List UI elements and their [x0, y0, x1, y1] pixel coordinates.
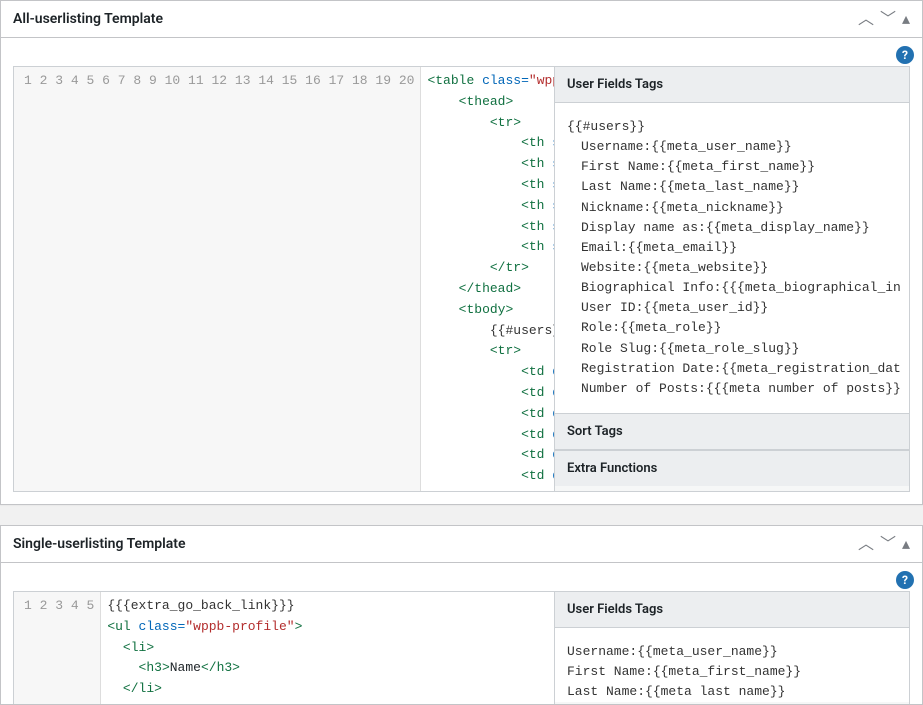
editor-wrap: 1 2 3 4 5 6 7 8 9 10 11 12 13 14 15 16 1… — [13, 66, 910, 492]
code-editor[interactable]: 1 2 3 4 5 {{{extra_go_back_link}}} <ul c… — [14, 592, 554, 704]
panel-controls: ︿ ﹀ ▴ — [858, 11, 910, 27]
tag-lastname[interactable]: Last Name:{{meta last name}} — [567, 682, 897, 702]
tag-username[interactable]: Username:{{meta_user_name}} — [581, 137, 897, 157]
tag-website[interactable]: Website:{{meta_website}} — [581, 258, 897, 278]
tag-numposts[interactable]: Number of Posts:{{{meta number of posts}… — [581, 379, 897, 399]
sidebar-section-extrafns[interactable]: Extra Functions — [555, 450, 909, 486]
sidebar-tags-body: Username:{{meta_user_name}}First Name:{{… — [555, 628, 909, 702]
move-up-icon[interactable]: ︿ — [858, 11, 874, 27]
panel-body: ? 1 2 3 4 5 6 7 8 9 10 11 12 13 14 15 16… — [1, 38, 922, 504]
tag-opener[interactable]: {{#users}} — [567, 119, 645, 134]
sidebar-section-userfields[interactable]: User Fields Tags — [555, 67, 909, 103]
panel-title: Single-userlisting Template — [13, 536, 186, 552]
line-gutter: 1 2 3 4 5 — [14, 592, 101, 704]
tag-bio[interactable]: Biographical Info:{{{meta_biographical_i… — [581, 278, 897, 298]
tag-firstname[interactable]: First Name:{{meta_first_name}} — [567, 662, 897, 682]
help-icon[interactable]: ? — [896, 46, 914, 64]
editor-wrap: 1 2 3 4 5 {{{extra_go_back_link}}} <ul c… — [13, 591, 910, 704]
sidebar: User Fields Tags {{#users}} Username:{{m… — [554, 67, 909, 491]
panel-header: All-userlisting Template ︿ ﹀ ▴ — [1, 1, 922, 38]
tag-role[interactable]: Role:{{meta_role}} — [581, 318, 897, 338]
line-gutter: 1 2 3 4 5 6 7 8 9 10 11 12 13 14 15 16 1… — [14, 67, 421, 491]
collapse-icon[interactable]: ▴ — [902, 11, 910, 27]
move-down-icon[interactable]: ﹀ — [880, 11, 896, 27]
code-area[interactable]: {{{extra_go_back_link}}} <ul class="wppb… — [101, 592, 554, 704]
help-icon[interactable]: ? — [896, 571, 914, 589]
collapse-icon[interactable]: ▴ — [902, 536, 910, 552]
code-area[interactable]: <table class="wppb-table"> <thead> <tr> … — [421, 67, 554, 491]
tag-userid[interactable]: User ID:{{meta_user_id}} — [581, 298, 897, 318]
tag-username[interactable]: Username:{{meta_user_name}} — [567, 642, 897, 662]
panel-controls: ︿ ﹀ ▴ — [858, 536, 910, 552]
all-userlisting-panel: All-userlisting Template ︿ ﹀ ▴ ? 1 2 3 4… — [0, 0, 923, 505]
move-down-icon[interactable]: ﹀ — [880, 536, 896, 552]
sidebar: User Fields Tags Username:{{meta_user_na… — [554, 592, 909, 704]
tag-email[interactable]: Email:{{meta_email}} — [581, 238, 897, 258]
code-editor[interactable]: 1 2 3 4 5 6 7 8 9 10 11 12 13 14 15 16 1… — [14, 67, 554, 491]
move-up-icon[interactable]: ︿ — [858, 536, 874, 552]
sidebar-tags-body: {{#users}} Username:{{meta_user_name}}Fi… — [555, 103, 909, 413]
panel-title: All-userlisting Template — [13, 11, 163, 27]
tag-nickname[interactable]: Nickname:{{meta_nickname}} — [581, 198, 897, 218]
sidebar-section-userfields[interactable]: User Fields Tags — [555, 592, 909, 628]
panel-header: Single-userlisting Template ︿ ﹀ ▴ — [1, 526, 922, 563]
panel-body: ? 1 2 3 4 5 {{{extra_go_back_link}}} <ul… — [1, 563, 922, 704]
tag-lastname[interactable]: Last Name:{{meta_last_name}} — [581, 177, 897, 197]
sidebar-section-sorttags[interactable]: Sort Tags — [555, 413, 909, 450]
single-userlisting-panel: Single-userlisting Template ︿ ﹀ ▴ ? 1 2 … — [0, 525, 923, 705]
tag-displayname[interactable]: Display name as:{{meta_display_name}} — [581, 218, 897, 238]
tag-regdate[interactable]: Registration Date:{{meta_registration_da… — [581, 359, 897, 379]
tag-firstname[interactable]: First Name:{{meta_first_name}} — [581, 157, 897, 177]
tag-roleslug[interactable]: Role Slug:{{meta_role_slug}} — [581, 339, 897, 359]
